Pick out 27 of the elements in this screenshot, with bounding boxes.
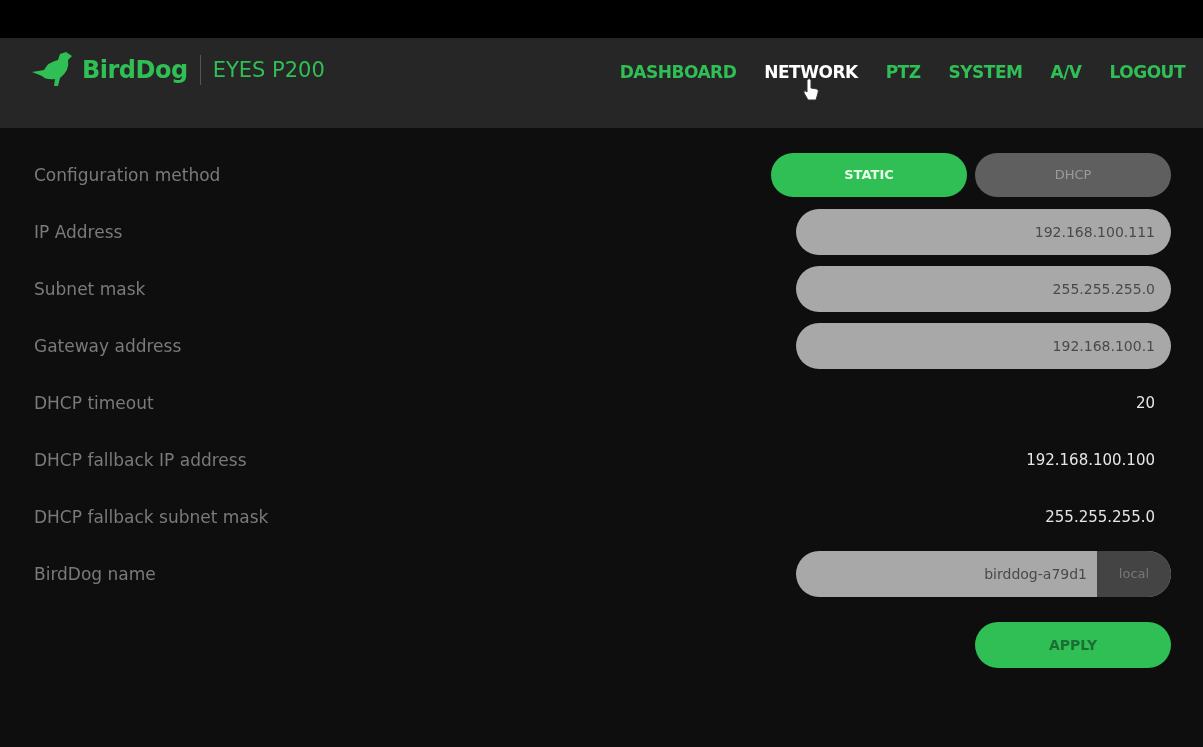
setting-value: 20 — [1135, 393, 1156, 412]
setting-label: Subnet mask — [34, 278, 146, 299]
setting-value: 192.168.100.100 — [1026, 450, 1156, 469]
setting-label: Configuration method — [34, 164, 221, 185]
input-field[interactable]: 255.255.255.0 — [796, 265, 1171, 312]
input-field[interactable]: 192.168.100.111 — [796, 208, 1171, 255]
method-toggle-button[interactable]: STATIC — [771, 152, 967, 197]
nav-link[interactable]: A/V — [1050, 62, 1082, 82]
setting-label: DHCP fallback IP address — [34, 449, 247, 470]
setting-label: Gateway address — [34, 335, 182, 356]
setting-label: DHCP timeout — [34, 392, 154, 413]
nav-link[interactable]: NETWORK — [764, 62, 858, 82]
nav-link[interactable]: SYSTEM — [948, 62, 1023, 82]
nav-link[interactable]: LOGOUT — [1109, 62, 1185, 82]
setting-label: BirdDog name — [34, 563, 156, 584]
method-toggle-button[interactable]: DHCP — [975, 152, 1171, 197]
setting-label: DHCP fallback subnet mask — [34, 506, 269, 527]
brand-name: BirdDog — [82, 56, 188, 84]
model-name: EYES P200 — [212, 58, 325, 82]
field-value: birddog-a79d1 — [983, 565, 1088, 582]
input-field[interactable]: 192.168.100.1 — [796, 322, 1171, 369]
setting-label: IP Address — [34, 221, 123, 242]
setting-value: 255.255.255.0 — [1045, 507, 1156, 526]
apply-button[interactable]: APPLY — [975, 622, 1171, 668]
nav-link[interactable]: DASHBOARD — [619, 62, 737, 82]
hand-cursor-icon — [801, 78, 820, 102]
nav-link[interactable]: PTZ — [885, 62, 921, 82]
